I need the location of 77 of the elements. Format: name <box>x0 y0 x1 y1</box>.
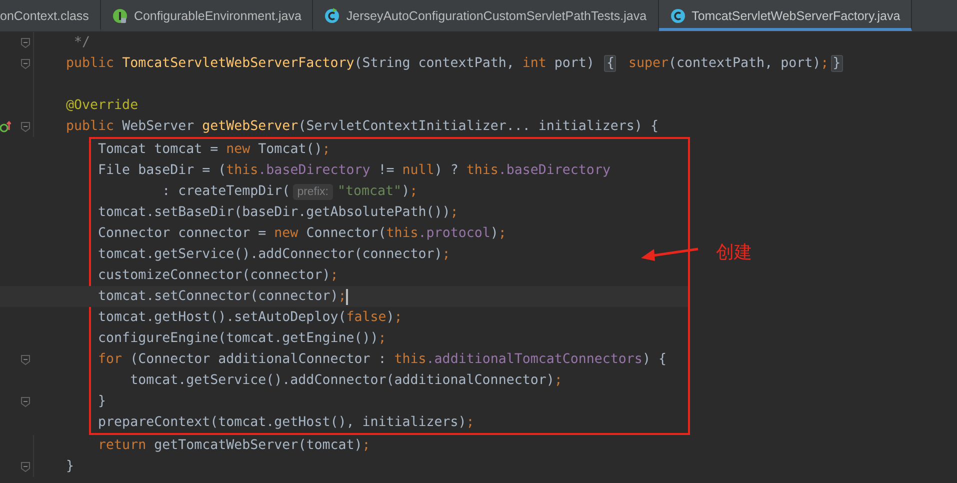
code-text: false <box>346 310 386 325</box>
code-text: this <box>386 226 418 241</box>
interface-icon <box>112 8 128 24</box>
code-text: new <box>226 142 252 157</box>
code-text: this <box>466 163 498 178</box>
code-text: ) ? <box>434 163 460 178</box>
code-text: for <box>97 352 124 367</box>
code-text: ) <box>386 310 394 325</box>
code-text: File baseDir = ( <box>97 163 226 178</box>
code-text: (ServletContextInitializer... initializers) { <box>298 119 658 134</box>
code-text: prepareContext(tomcat.getHost(), initializers) <box>97 415 466 430</box>
code-text: ; <box>330 268 338 283</box>
editor-tab[interactable]: onContext.class <box>0 0 101 31</box>
annotation-label: 创建 <box>716 241 752 264</box>
code-text: port) <box>554 56 596 71</box>
code-text: configureEngine(tomcat.getEngine()) <box>97 331 378 346</box>
code-text: this <box>226 163 258 178</box>
code-text: super <box>627 56 668 71</box>
code-text: ) { <box>642 352 666 367</box>
code-text: tomcat.getHost().setAutoDeploy( <box>97 310 346 325</box>
code-text: ; <box>394 310 402 325</box>
code-text: Connector( <box>306 226 386 241</box>
code-text: int <box>522 56 548 71</box>
editor-tab[interactable]: JerseyAutoConfigurationCustomServletPathTests.java <box>313 0 659 31</box>
code-text: ; <box>410 184 418 199</box>
code-text: Tomcat() <box>258 142 322 157</box>
code-text: */ <box>73 35 90 50</box>
code-text: ; <box>322 142 330 157</box>
text-cursor <box>346 288 348 304</box>
code-text: public <box>65 56 116 71</box>
code-text: != <box>377 163 396 178</box>
code-text: ; <box>820 56 829 71</box>
code-text: ; <box>338 289 346 304</box>
parameter-hint: prefix: <box>293 184 333 200</box>
code-text: { <box>604 55 616 72</box>
code-text: this <box>394 352 426 367</box>
code-text: Tomcat tomcat = <box>97 142 220 157</box>
code-text: ; <box>378 331 386 346</box>
code-text: tomcat.setConnector(connector) <box>97 289 338 304</box>
code-text: ; <box>554 373 562 388</box>
code-text: TomcatServletWebServerFactory <box>122 56 354 71</box>
code-text: } <box>830 55 843 72</box>
code-text: ; <box>442 247 450 262</box>
code-text: .protocol <box>418 226 490 241</box>
code-text: tomcat.getService().addConnector(connector) <box>97 247 442 262</box>
code-text: WebServer <box>122 119 196 134</box>
code-text: @Override <box>65 98 138 113</box>
code-text: "tomcat" <box>338 184 402 199</box>
code-text: ; <box>498 226 506 241</box>
code-text: ) <box>402 184 410 199</box>
class-icon <box>670 8 686 24</box>
code-text: } <box>65 459 74 474</box>
code-text: (contextPath, port) <box>668 56 821 71</box>
code-text: new <box>274 226 300 241</box>
code-text: Connector connector = <box>97 226 268 241</box>
code-text: getTomcatWebServer(tomcat) <box>154 438 362 453</box>
code-text: null <box>402 163 434 178</box>
code-text: ; <box>466 415 474 430</box>
code-text: } <box>97 394 106 409</box>
code-text: tomcat.getService().addConnector(additionalConnector) <box>129 373 554 388</box>
code-text: : createTempDir( <box>161 184 290 199</box>
code-text: return <box>97 438 148 453</box>
code-text: ) <box>490 226 498 241</box>
code-text: tomcat.setBaseDir(baseDir.getAbsolutePath()) <box>97 205 450 220</box>
code-text: getWebServer <box>202 119 298 134</box>
code-text: .baseDirectory <box>498 163 610 178</box>
editor-tab[interactable]: TomcatServletWebServerFactory.java <box>658 0 912 31</box>
code-text: customizeConnector(connector) <box>97 268 330 283</box>
code-text: .baseDirectory <box>258 163 370 178</box>
code-text: ; <box>362 438 370 453</box>
code-text: (String contextPath, <box>354 56 516 71</box>
class-icon <box>324 8 340 24</box>
code-text: (Connector additionalConnector : <box>130 352 388 367</box>
editor-tab[interactable]: ConfigurableEnvironment.java <box>100 0 314 31</box>
code-text: .additionalTomcatConnectors <box>426 352 642 367</box>
code-text: public <box>65 119 116 134</box>
code-text: ; <box>450 205 458 220</box>
